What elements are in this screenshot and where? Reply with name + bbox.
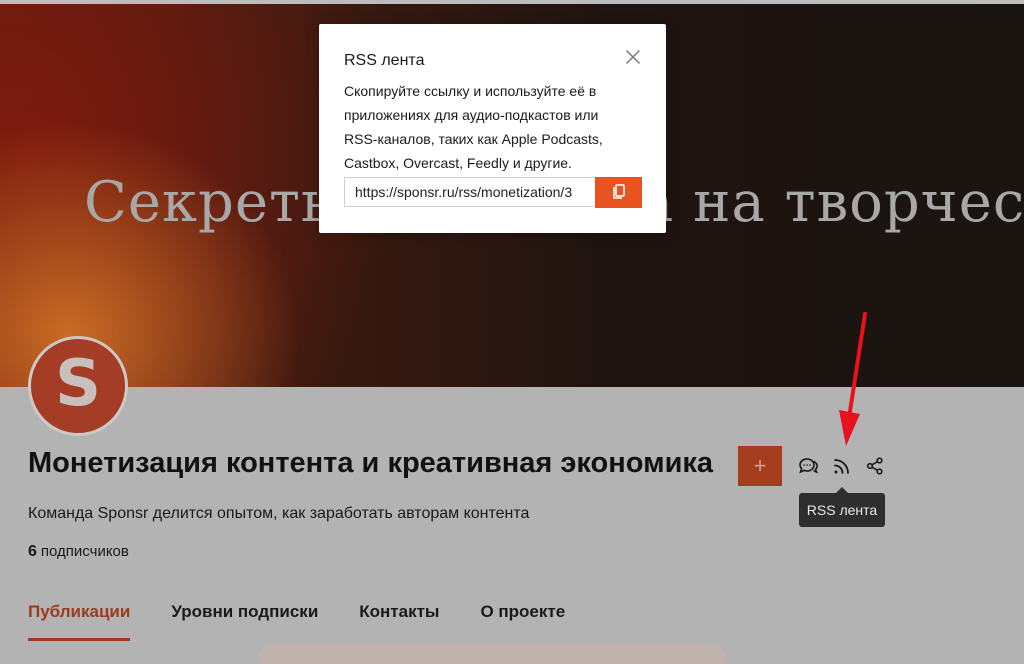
channel-avatar: S xyxy=(28,336,128,436)
tab-subscription-levels[interactable]: Уровни подписки xyxy=(171,602,318,622)
avatar-letter: S xyxy=(54,347,102,421)
rss-modal: RSS лента Скопируйте ссылку и используйт… xyxy=(319,24,666,233)
tab-about[interactable]: О проекте xyxy=(480,602,565,622)
rss-tooltip: RSS лента xyxy=(799,487,885,527)
tab-contacts[interactable]: Контакты xyxy=(359,602,439,622)
copy-icon xyxy=(611,182,627,203)
close-icon[interactable] xyxy=(624,48,642,66)
channel-title: Монетизация контента и креативная эконом… xyxy=(28,447,714,479)
modal-title: RSS лента xyxy=(344,52,425,69)
share-icon[interactable] xyxy=(864,455,886,477)
rss-url-input[interactable] xyxy=(344,177,594,207)
subscribers-count: 6 подписчиков xyxy=(28,543,129,561)
subscribers-number: 6 xyxy=(28,543,37,560)
chat-bubbles-icon[interactable] xyxy=(797,455,819,477)
channel-tabs: Публикации Уровни подписки Контакты О пр… xyxy=(28,602,606,641)
copy-button[interactable] xyxy=(595,177,642,208)
modal-text-line: приложениях для аудио-подкастов или xyxy=(344,107,599,123)
modal-text-line: Castbox, Overcast, Feedly и другие. xyxy=(344,155,572,171)
channel-description: Команда Sponsr делится опытом, как зараб… xyxy=(28,505,530,522)
annotation-arrow xyxy=(839,312,867,446)
content-card-edge xyxy=(258,644,726,664)
tab-publications[interactable]: Публикации xyxy=(28,602,131,641)
modal-text-line: RSS-каналов, таких как Apple Podcasts, xyxy=(344,131,603,147)
modal-text-line: Скопируйте ссылку и используйте её в xyxy=(344,83,597,99)
modal-description: Скопируйте ссылку и используйте её в при… xyxy=(344,79,644,175)
subscribe-plus-button[interactable]: + xyxy=(738,446,782,486)
subscribers-label: подписчиков xyxy=(40,543,129,560)
rss-icon[interactable] xyxy=(831,455,853,477)
